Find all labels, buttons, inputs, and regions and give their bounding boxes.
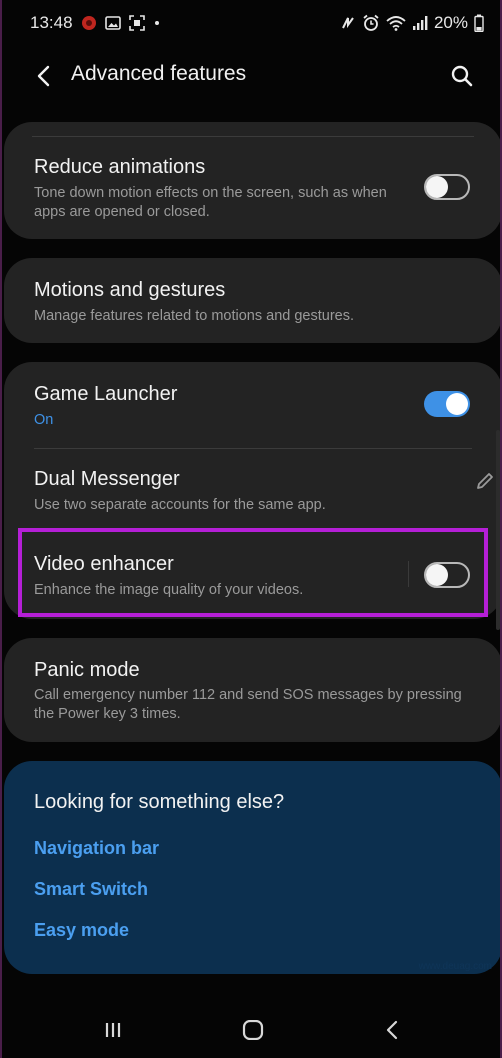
settings-card-panic: Panic mode Call emergency number 112 and… — [4, 638, 500, 742]
setting-title: Dual Messenger — [34, 468, 180, 490]
reduce-animations-toggle[interactable] — [424, 174, 470, 200]
setting-title: Motions and gestures — [34, 279, 226, 301]
signal-icon — [412, 15, 428, 31]
suggestions-title: Looking for something else? — [34, 791, 285, 813]
link-smart-switch[interactable]: Smart Switch — [34, 879, 148, 900]
setting-panic-mode[interactable]: Panic mode Call emergency number 112 and… — [4, 638, 500, 742]
alarm-icon — [362, 14, 380, 32]
setting-game-launcher[interactable]: Game Launcher On — [4, 362, 500, 448]
back-button[interactable] — [28, 60, 60, 92]
edge-panel-handle[interactable] — [496, 430, 500, 630]
setting-description: Call emergency number 112 and send SOS m… — [34, 687, 462, 722]
setting-description: Tone down motion effects on the screen, … — [34, 185, 387, 220]
back-arrow-icon — [37, 65, 50, 87]
status-right: 20% — [340, 13, 484, 33]
game-launcher-toggle[interactable] — [424, 391, 470, 417]
wifi-icon — [386, 15, 406, 31]
nfc-icon — [340, 15, 356, 31]
search-button[interactable] — [446, 60, 478, 92]
link-navigation-bar[interactable]: Navigation bar — [34, 838, 159, 859]
home-icon — [242, 1020, 264, 1040]
screen: 13:48 20% Advanced features Reduce anima… — [0, 0, 502, 1058]
toggle-knob — [426, 176, 448, 198]
status-left: 13:48 — [30, 13, 161, 33]
back-nav-icon — [386, 1020, 398, 1040]
link-easy-mode[interactable]: Easy mode — [34, 920, 129, 941]
screenshot-notification-icon — [128, 15, 145, 31]
navigation-bar — [2, 1002, 500, 1058]
setting-title: Game Launcher — [34, 383, 178, 405]
pencil-icon — [477, 473, 493, 489]
search-icon — [451, 65, 473, 87]
more-notifications-dot-icon — [153, 19, 161, 27]
setting-reduce-animations[interactable]: Reduce animations Tone down motion effec… — [4, 122, 500, 239]
setting-dual-messenger[interactable]: Dual Messenger Use two separate accounts… — [4, 449, 500, 532]
status-time: 13:48 — [30, 13, 73, 32]
setting-description: Manage features related to motions and g… — [34, 308, 354, 324]
watermark: www.deuag.com — [418, 961, 492, 972]
setting-title: Panic mode — [34, 659, 140, 681]
home-button[interactable] — [237, 1016, 269, 1044]
back-nav-button[interactable] — [376, 1016, 408, 1044]
status-bar: 13:48 20% — [2, 0, 500, 48]
battery-icon — [474, 14, 484, 32]
toggle-knob — [446, 393, 468, 415]
recent-apps-icon — [105, 1023, 121, 1037]
setting-description: Use two separate accounts for the same a… — [34, 497, 326, 513]
setting-title: Reduce animations — [34, 156, 206, 178]
app-notification-icon — [81, 15, 97, 31]
edit-button[interactable] — [470, 464, 500, 498]
settings-card-motions: Motions and gestures Manage features rel… — [4, 258, 500, 343]
page-title: Advanced features — [71, 62, 247, 85]
setting-status: On — [34, 412, 54, 428]
gallery-notification-icon — [104, 15, 121, 31]
recent-apps-button[interactable] — [97, 1016, 129, 1044]
setting-motions-gestures[interactable]: Motions and gestures Manage features rel… — [4, 258, 500, 343]
settings-card-animations: Reduce animations Tone down motion effec… — [4, 122, 500, 239]
battery-percent: 20% — [433, 13, 468, 32]
app-header: Advanced features — [2, 52, 500, 100]
suggestions-card: Looking for something else? Navigation b… — [4, 761, 500, 974]
highlight-annotation — [18, 528, 488, 617]
